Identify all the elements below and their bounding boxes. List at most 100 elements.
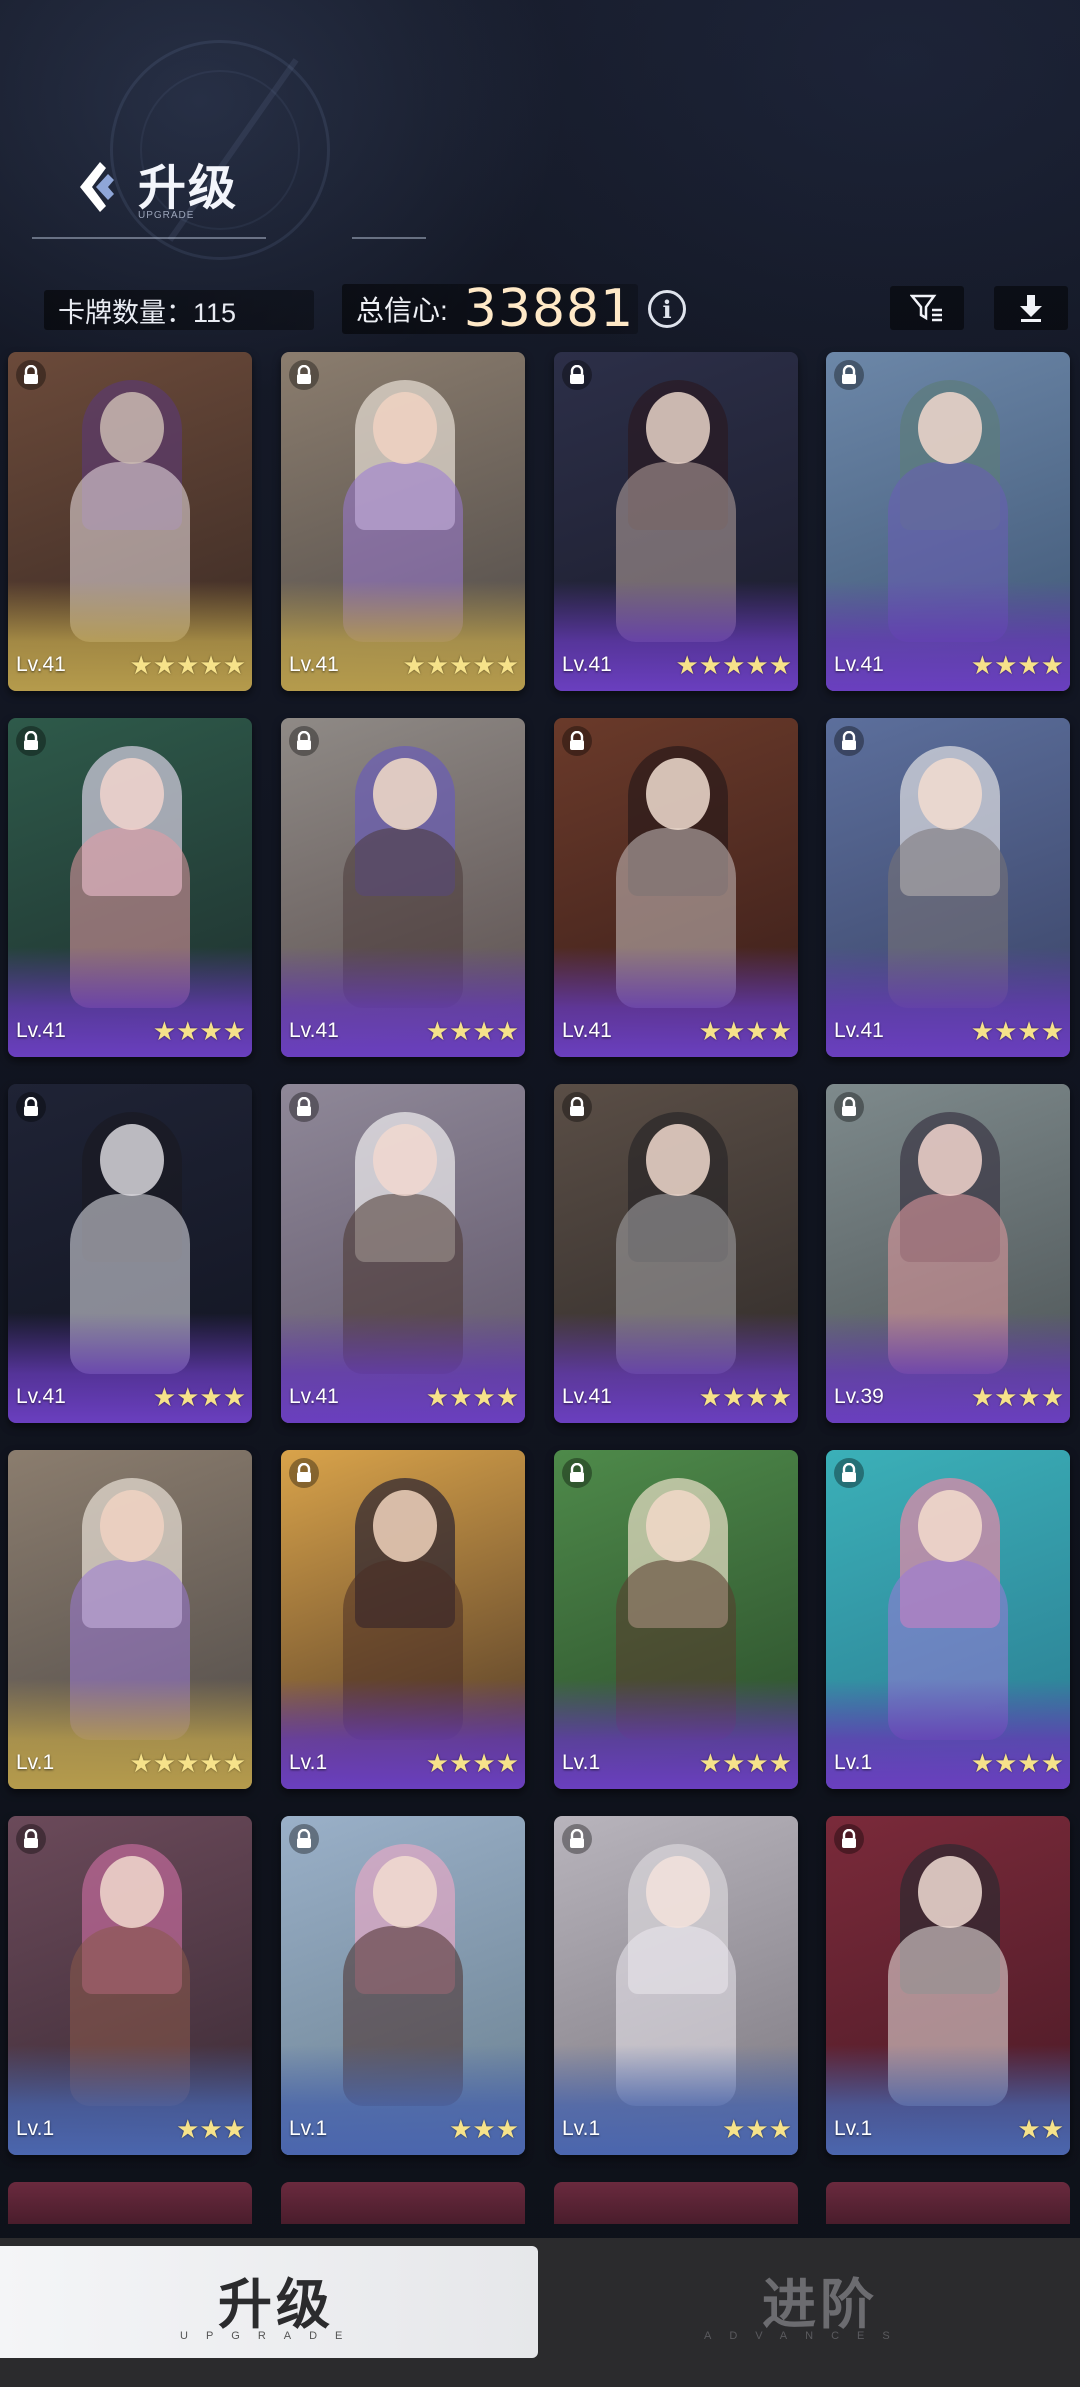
card-item[interactable]: Lv.41 ★★★★★: [8, 352, 252, 691]
star-icon: ★: [970, 651, 995, 681]
card-item[interactable]: Lv.41 ★★★★: [826, 352, 1070, 691]
lock-icon[interactable]: [834, 1092, 864, 1122]
lock-icon[interactable]: [562, 1092, 592, 1122]
lock-icon[interactable]: [16, 726, 46, 756]
filter-button[interactable]: [890, 286, 964, 330]
card-item[interactable]: Lv.1 ★★★: [8, 1816, 252, 2155]
card-item[interactable]: Lv.41 ★★★★: [554, 718, 798, 1057]
tab-advances[interactable]: 进阶 ADVANCES: [540, 2246, 1080, 2358]
card-item[interactable]: Lv.41 ★★★★: [8, 718, 252, 1057]
card-item[interactable]: Lv.41 ★★★★★: [281, 352, 525, 691]
star-icon: ★: [675, 651, 699, 681]
download-button[interactable]: [994, 286, 1068, 330]
card-item[interactable]: Lv.1 ★★★: [554, 1816, 798, 2155]
card-stars: ★★★★★: [129, 1749, 246, 1779]
star-icon: ★: [176, 2115, 200, 2145]
lock-icon[interactable]: [289, 726, 319, 756]
lock-icon[interactable]: [16, 1092, 46, 1122]
star-icon: ★: [425, 1749, 450, 1779]
lock-icon[interactable]: [289, 1824, 319, 1854]
lock-icon[interactable]: [834, 1824, 864, 1854]
star-icon: ★: [152, 1383, 177, 1413]
card-partial[interactable]: [8, 2182, 252, 2224]
card-item[interactable]: Lv.39 ★★★★: [826, 1084, 1070, 1423]
lock-icon[interactable]: [16, 1824, 46, 1854]
card-stars: ★★★★: [426, 1383, 519, 1413]
star-icon: ★: [994, 1383, 1018, 1413]
card-stars: ★★★: [449, 2115, 519, 2145]
star-icon: ★: [970, 1383, 995, 1413]
star-icon: ★: [1040, 2115, 1064, 2145]
star-icon: ★: [722, 1749, 746, 1779]
card-item[interactable]: Lv.41 ★★★★: [281, 1084, 525, 1423]
star-icon: ★: [1017, 1017, 1041, 1047]
character-face: [100, 758, 164, 830]
character-face: [373, 1124, 437, 1196]
upgrade-arrow-icon: [80, 162, 114, 212]
card-partial[interactable]: [281, 2182, 525, 2224]
star-icon: ★: [768, 1383, 792, 1413]
card-item[interactable]: Lv.1 ★★★: [281, 1816, 525, 2155]
lock-icon[interactable]: [562, 360, 592, 390]
card-stars: ★★★★★: [675, 651, 792, 681]
character-face: [918, 392, 982, 464]
card-stars: ★★★★★: [129, 651, 246, 681]
tab-upgrade[interactable]: 升级 UPGRADE: [0, 2246, 538, 2358]
lock-icon[interactable]: [562, 1824, 592, 1854]
star-icon: ★: [129, 651, 153, 681]
star-icon: ★: [199, 651, 223, 681]
tab-upgrade-label: 升级: [218, 2275, 334, 2335]
card-level: Lv.39: [834, 1385, 884, 1408]
star-icon: ★: [472, 1017, 496, 1047]
confidence-label: 总信心:: [356, 295, 448, 326]
star-icon: ★: [745, 1749, 769, 1779]
lock-icon[interactable]: [289, 1458, 319, 1488]
card-item[interactable]: Lv.1 ★★★★: [281, 1450, 525, 1789]
star-icon: ★: [495, 1017, 519, 1047]
card-item[interactable]: Lv.41 ★★★★★: [554, 352, 798, 691]
star-icon: ★: [222, 1017, 246, 1047]
card-item[interactable]: Lv.41 ★★★★: [826, 718, 1070, 1057]
card-item[interactable]: Lv.41 ★★★★: [281, 718, 525, 1057]
card-partial[interactable]: [826, 2182, 1070, 2224]
lock-icon[interactable]: [834, 360, 864, 390]
star-icon: ★: [970, 1017, 995, 1047]
star-icon: ★: [472, 1749, 496, 1779]
star-icon: ★: [722, 651, 746, 681]
card-item[interactable]: Lv.1 ★★★★: [826, 1450, 1070, 1789]
character-face: [373, 1490, 437, 1562]
card-item[interactable]: Lv.1 ★★★★: [554, 1450, 798, 1789]
card-item[interactable]: Lv.1 ★★★★★: [8, 1450, 252, 1789]
star-icon: ★: [449, 2115, 473, 2145]
lock-icon[interactable]: [562, 726, 592, 756]
card-item[interactable]: Lv.1 ★★: [826, 1816, 1070, 2155]
star-icon: ★: [722, 1383, 746, 1413]
info-icon[interactable]: i: [648, 290, 686, 328]
card-partial[interactable]: [554, 2182, 798, 2224]
star-icon: ★: [745, 1017, 769, 1047]
lock-icon[interactable]: [289, 360, 319, 390]
star-icon: ★: [722, 2115, 746, 2145]
star-icon: ★: [745, 1383, 769, 1413]
lock-icon[interactable]: [834, 726, 864, 756]
star-icon: ★: [495, 1749, 519, 1779]
star-icon: ★: [698, 1749, 723, 1779]
character-face: [918, 1490, 982, 1562]
star-icon: ★: [698, 1017, 723, 1047]
card-level: Lv.41: [289, 653, 339, 676]
lock-icon[interactable]: [562, 1458, 592, 1488]
card-item[interactable]: Lv.41 ★★★★: [8, 1084, 252, 1423]
character-face: [373, 758, 437, 830]
card-count-label: 卡牌数量：115: [58, 297, 237, 328]
lock-icon[interactable]: [834, 1458, 864, 1488]
star-icon: ★: [222, 2115, 246, 2145]
character-face: [100, 392, 164, 464]
tab-advances-label: 进阶: [762, 2275, 878, 2335]
lock-icon[interactable]: [16, 360, 46, 390]
card-level: Lv.41: [289, 1385, 339, 1408]
star-icon: ★: [152, 651, 177, 681]
lock-icon[interactable]: [289, 1092, 319, 1122]
card-stars: ★★★★★: [402, 651, 519, 681]
card-item[interactable]: Lv.41 ★★★★: [554, 1084, 798, 1423]
star-icon: ★: [425, 1017, 450, 1047]
